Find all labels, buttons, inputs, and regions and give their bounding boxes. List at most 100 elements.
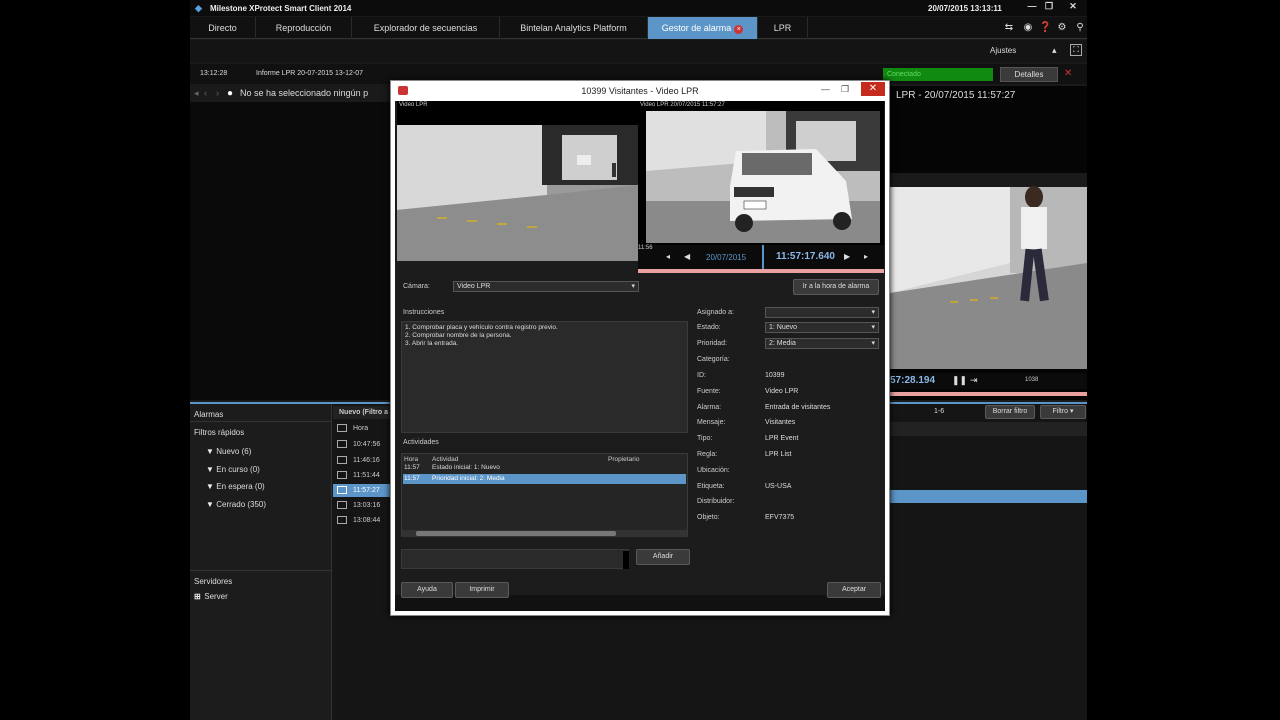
instructions-title: Instrucciones: [403, 309, 445, 316]
milestone-logo-icon: ◆: [195, 3, 202, 13]
share-icon[interactable]: ⇆: [1003, 22, 1015, 34]
step-back-icon[interactable]: ◂: [666, 252, 670, 261]
tab-reproduccion[interactable]: Reproducción: [256, 17, 352, 39]
minimize-icon[interactable]: —: [821, 84, 830, 94]
dialog-title: 10399 Visitantes - Video LPR: [581, 86, 699, 96]
row-time: 11:46:16: [353, 457, 380, 464]
filters-label: Filtro: [1052, 408, 1069, 415]
close-icon[interactable]: ✕: [861, 82, 885, 96]
info-time: 13:12:28: [200, 70, 228, 77]
tab-gestor-alarma[interactable]: Gestor de alarma ×: [648, 17, 758, 39]
filter-nuevo[interactable]: ▼ Nuevo (6): [206, 447, 251, 456]
close-icon[interactable]: ✕: [1066, 1, 1080, 14]
skip-icon[interactable]: ⇥: [970, 375, 978, 386]
filters-dropdown[interactable]: Filtro ▾: [1040, 405, 1086, 419]
filter-cerrado[interactable]: ▼ Cerrado (350): [206, 500, 266, 509]
tab-label: Explorador de secuencias: [373, 23, 478, 33]
camera-select[interactable]: Video LPR ▾: [453, 281, 639, 292]
row-time: 13:03:16: [353, 502, 381, 509]
restore-icon[interactable]: ❐: [1042, 1, 1056, 14]
filter-en-curso[interactable]: ▼ En curso (0): [206, 465, 260, 474]
forward-icon[interactable]: ›: [216, 88, 219, 98]
camera-view-2: Video LPR 20/07/2015 11:57:27: [638, 101, 884, 245]
field-label: Asignado a:: [697, 309, 734, 316]
gear-icon[interactable]: ⚙: [1056, 22, 1068, 34]
alarm-list-right: 1-6 Borrar filtro Filtro ▾: [890, 404, 1087, 720]
clear-filter-button[interactable]: Borrar filtro: [985, 405, 1035, 419]
timeline-bar[interactable]: [638, 269, 884, 273]
outside-area: [1087, 0, 1280, 720]
priority-select[interactable]: 2: Media ▾: [765, 338, 879, 349]
main-tabs: Directo Reproducción Explorador de secue…: [190, 17, 1087, 39]
selected-row-highlight[interactable]: [890, 490, 1087, 503]
assigned-select[interactable]: ▾: [765, 307, 879, 318]
back-icon[interactable]: ◂: [194, 88, 199, 99]
minimize-icon[interactable]: —: [1025, 1, 1039, 14]
app-titlebar: ◆ Milestone XProtect Smart Client 2014 2…: [190, 0, 1087, 16]
ajustes-button[interactable]: Ajustes: [990, 46, 1016, 55]
info-icon: ●: [227, 88, 234, 99]
activity-input[interactable]: [401, 549, 629, 569]
activity-header: Actividad: [432, 456, 459, 463]
nav-message: No se ha seleccionado ningún p: [240, 88, 369, 98]
activity-owner-header: Propietario: [608, 456, 640, 463]
filter-label: Nuevo (6): [216, 447, 252, 456]
fullscreen-icon[interactable]: ⛶: [1070, 44, 1082, 56]
tab-lpr[interactable]: LPR: [758, 17, 808, 39]
table-row[interactable]: 11:57:27: [333, 484, 393, 497]
goto-alarm-button[interactable]: Ir a la hora de alarma: [793, 279, 879, 295]
server-icon: ⊞: [194, 592, 201, 601]
table-row[interactable]: 13:03:16: [333, 499, 393, 512]
dialog-playback-bar: 11:56 ◂ ◀ 20/07/2015 11:57:17.640 ▶ ▸: [638, 245, 884, 273]
camera-view-icon: [337, 501, 347, 510]
field-label: Estado:: [697, 324, 721, 331]
servers-title: Servidores: [194, 577, 233, 586]
table-row[interactable]: 11:51:44: [333, 469, 393, 482]
camera-view-1: Video LPR: [397, 101, 638, 261]
collapse-icon[interactable]: ▴: [1052, 45, 1057, 56]
help-icon[interactable]: ❓: [1039, 22, 1051, 34]
tab-label: LPR: [773, 23, 792, 33]
back-alt-icon[interactable]: ‹: [204, 88, 207, 98]
list-header: Nuevo (Filtro a: [333, 406, 393, 419]
tab-directo[interactable]: Directo: [190, 17, 256, 39]
field-label: ID:: [697, 372, 706, 379]
table-row[interactable]: 13:08:44: [333, 514, 393, 527]
tab-explorador[interactable]: Explorador de secuencias: [352, 17, 500, 39]
tab-close-icon[interactable]: ×: [734, 25, 744, 34]
table-row[interactable]: 10:47:56: [333, 438, 393, 451]
camera-view-icon: [337, 516, 347, 525]
playback-date: 20/07/2015: [706, 253, 747, 262]
pause-icon[interactable]: ❚❚: [952, 375, 967, 386]
table-row[interactable]: 11:46:16: [333, 454, 393, 467]
accept-button[interactable]: Aceptar: [827, 582, 881, 598]
tab-label: Bintelan Analytics Platform: [520, 23, 627, 33]
lpr-timeline-bar[interactable]: [890, 392, 1087, 396]
field-value: LPR List: [765, 451, 792, 458]
details-button[interactable]: Detalles: [1000, 67, 1058, 82]
lpr-camera-image: [890, 173, 1087, 369]
add-button[interactable]: Añadir: [636, 549, 690, 565]
tab-label: Gestor de alarma: [661, 23, 732, 33]
restore-icon[interactable]: ❐: [841, 84, 849, 95]
status-badge: Conectado: [883, 68, 993, 81]
help-button[interactable]: Ayuda: [401, 582, 453, 598]
activity-time: 11:57: [404, 464, 420, 471]
rewind-icon[interactable]: ◀: [684, 252, 690, 261]
play-icon[interactable]: ▶: [844, 252, 850, 261]
filter-en-espera[interactable]: ▼ En espera (0): [206, 482, 265, 491]
field-value: EFV7375: [765, 514, 795, 521]
scrollbar-thumb[interactable]: [416, 531, 616, 536]
status-select[interactable]: 1: Nuevo ▾: [765, 322, 879, 333]
print-button[interactable]: Imprimir: [455, 582, 509, 598]
step-forward-icon[interactable]: ▸: [864, 252, 868, 261]
user-icon[interactable]: ⚲: [1074, 22, 1086, 34]
quick-filters-title: Filtros rápidos: [194, 428, 245, 437]
tab-bintelan[interactable]: Bintelan Analytics Platform: [500, 17, 648, 39]
empty-view-pane: [190, 102, 390, 400]
close-icon[interactable]: ✕: [1064, 68, 1072, 79]
timeline-start: 11:56: [638, 245, 653, 251]
view-icon[interactable]: ◉: [1022, 22, 1034, 34]
server-item[interactable]: ⊞ Server: [194, 592, 228, 601]
chevron-down-icon: ▾: [631, 283, 635, 290]
